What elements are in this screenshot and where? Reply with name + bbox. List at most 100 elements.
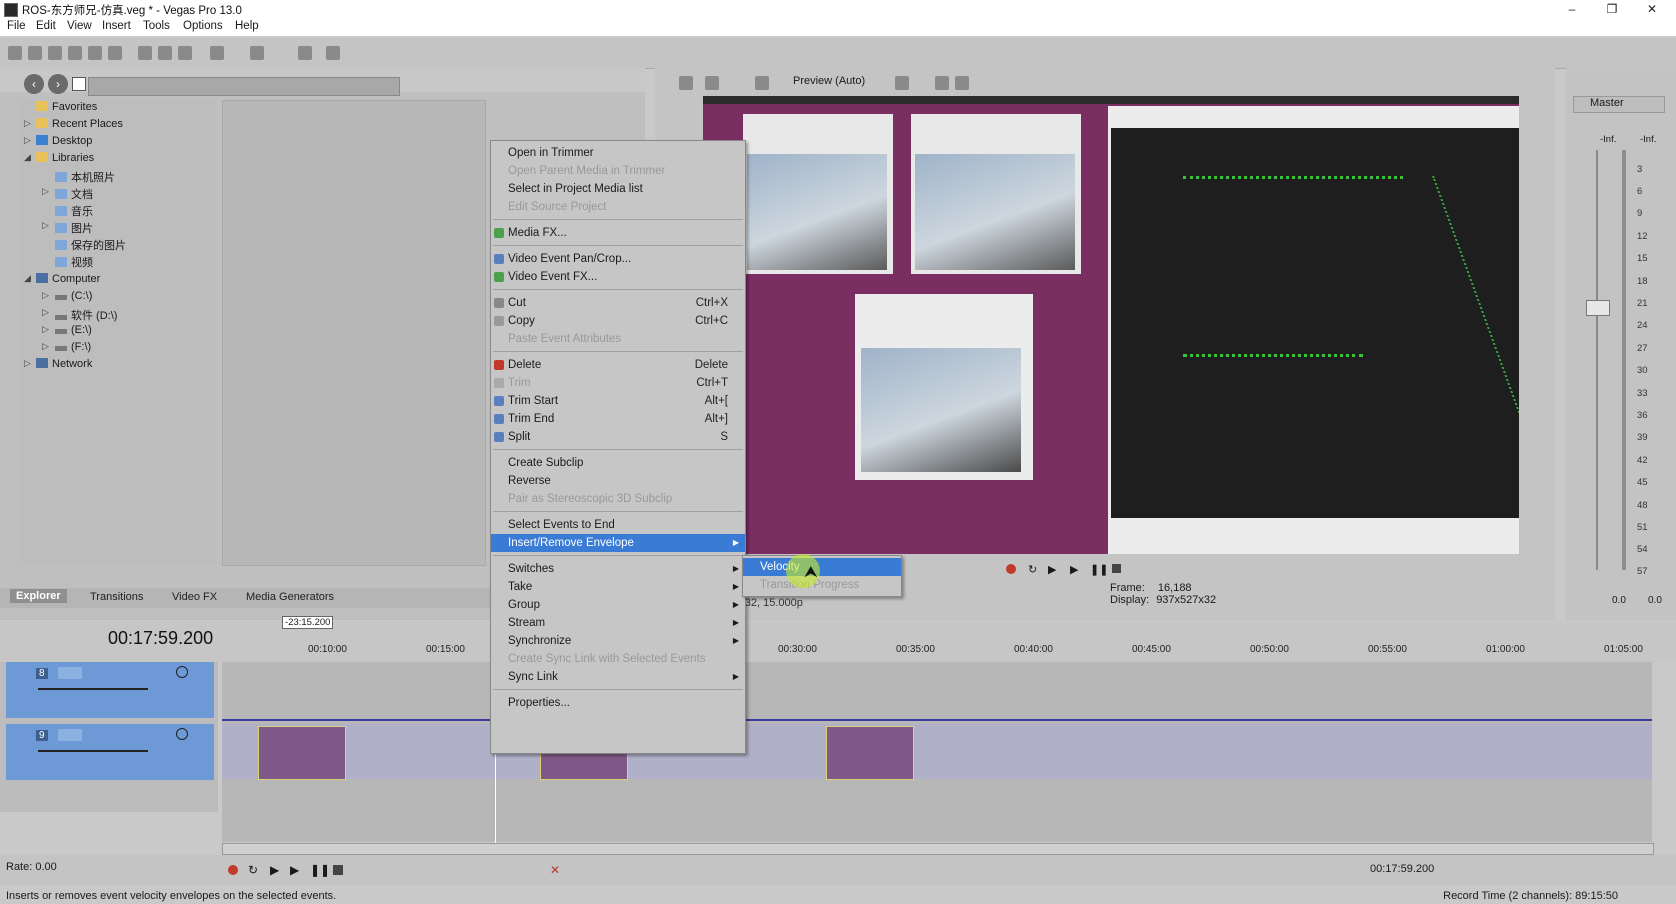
stop-icon[interactable] [333, 865, 343, 875]
tree-item-videos[interactable]: 视频 [55, 254, 93, 270]
track-9-lane[interactable] [222, 724, 1652, 779]
menu-item-trim-end[interactable]: Trim End Alt+] [491, 410, 745, 428]
project-properties-icon[interactable] [679, 76, 693, 90]
expand-icon[interactable]: ▷ [42, 220, 49, 231]
menu-item-reverse[interactable]: Reverse [491, 472, 745, 490]
menu-item-delete[interactable]: Delete Delete [491, 356, 745, 374]
overlays-icon[interactable] [895, 76, 909, 90]
tree-item-network[interactable]: Network [36, 358, 92, 370]
menu-item-cut[interactable]: Cut Ctrl+X [491, 294, 745, 312]
tab-transitions[interactable]: Transitions [90, 591, 143, 603]
menu-item-pan-crop[interactable]: Video Event Pan/Crop... [491, 250, 745, 268]
pause-icon[interactable]: ❚❚ [1090, 563, 1108, 576]
tree-item-computer[interactable]: Computer [36, 273, 100, 285]
mute-icon[interactable] [176, 666, 188, 678]
monitor-icon[interactable] [705, 76, 719, 90]
properties-icon[interactable] [108, 46, 122, 60]
menu-item-create-subclip[interactable]: Create Subclip [491, 454, 745, 472]
tool-icon[interactable] [298, 46, 312, 60]
loop-icon[interactable]: ↻ [248, 863, 258, 877]
menu-tools[interactable]: Tools [143, 20, 170, 32]
new-icon[interactable] [8, 46, 22, 60]
tree-item-documents[interactable]: 文档 [55, 186, 93, 202]
split-screen-icon[interactable] [755, 76, 769, 90]
timeline-scrollbar[interactable] [222, 843, 1654, 855]
expand-icon[interactable]: ▷ [42, 290, 49, 301]
help-icon[interactable] [326, 46, 340, 60]
tree-item-libraries[interactable]: Libraries [36, 152, 94, 164]
menu-item-select-in-project-media[interactable]: Select in Project Media list [491, 180, 745, 198]
menu-item-media-fx[interactable]: Media FX... [491, 224, 745, 242]
maximize-button[interactable]: ❐ [1592, 0, 1632, 18]
save-snapshot-icon[interactable] [955, 76, 969, 90]
back-icon[interactable]: ‹ [24, 74, 44, 94]
forward-icon[interactable]: › [48, 74, 68, 94]
tree-item-photos[interactable]: 本机照片 [55, 169, 115, 185]
menu-insert[interactable]: Insert [102, 20, 131, 32]
tree-item-recent-places[interactable]: Recent Places [36, 118, 123, 130]
copy-snapshot-icon[interactable] [935, 76, 949, 90]
menu-edit[interactable]: Edit [36, 20, 56, 32]
mute-icon[interactable] [176, 728, 188, 740]
tab-media-generators[interactable]: Media Generators [246, 591, 334, 603]
tab-video-fx[interactable]: Video FX [172, 591, 217, 603]
save-as-icon[interactable] [68, 46, 82, 60]
track-header-9[interactable]: 9 [6, 724, 214, 780]
menu-view[interactable]: View [67, 20, 92, 32]
expand-icon[interactable]: ▷ [42, 307, 49, 318]
master-fader[interactable] [1586, 300, 1610, 316]
tree-item-music[interactable]: 音乐 [55, 203, 93, 219]
expand-icon[interactable]: ▷ [42, 324, 49, 335]
expand-icon[interactable]: ▷ [24, 135, 31, 146]
stop-icon[interactable] [1112, 564, 1121, 573]
level-slider[interactable] [38, 750, 148, 752]
menu-item-synchronize[interactable]: Synchronize ▶ [491, 632, 745, 650]
menu-item-switches[interactable]: Switches ▶ [491, 560, 745, 578]
delete-icon[interactable]: ✕ [550, 863, 560, 877]
expand-icon[interactable]: ▷ [42, 186, 49, 197]
video-event[interactable] [258, 726, 346, 780]
menu-item-take[interactable]: Take ▶ [491, 578, 745, 596]
play-from-start-icon[interactable]: ▶ [270, 863, 279, 877]
file-list[interactable] [222, 100, 486, 566]
pause-icon[interactable]: ❚❚ [310, 863, 330, 877]
play-icon[interactable]: ▶ [290, 863, 299, 877]
play-from-start-icon[interactable]: ▶ [1048, 563, 1056, 576]
tree-item-desktop[interactable]: Desktop [36, 135, 92, 147]
menu-item-trim-start[interactable]: Trim Start Alt+[ [491, 392, 745, 410]
menu-item-insert-remove-envelope[interactable]: Insert/Remove Envelope ▶ [491, 534, 745, 552]
record-icon[interactable] [1006, 564, 1016, 574]
menu-help[interactable]: Help [235, 20, 259, 32]
track-name-field[interactable] [58, 729, 82, 741]
play-icon[interactable]: ▶ [1070, 563, 1078, 576]
menu-item-velocity[interactable]: Velocity [743, 558, 901, 576]
menu-item-group[interactable]: Group ▶ [491, 596, 745, 614]
tab-explorer[interactable]: Explorer [10, 589, 67, 603]
tree-item-drive-d[interactable]: 软件 (D:\) [55, 307, 117, 323]
open-icon[interactable] [28, 46, 42, 60]
menu-options[interactable]: Options [183, 20, 223, 32]
menu-file[interactable]: File [7, 20, 26, 32]
redo-icon[interactable] [250, 46, 264, 60]
loop-region-marker[interactable]: -23:15.200 [282, 616, 334, 629]
expand-icon[interactable]: ▷ [24, 358, 31, 369]
minimize-button[interactable]: – [1552, 0, 1592, 18]
expand-icon[interactable]: ▷ [24, 118, 31, 129]
time-ruler[interactable]: 00:10:00 00:15:00 00:30:00 00:35:00 00:4… [222, 640, 1652, 662]
address-bar[interactable] [88, 77, 400, 96]
menu-item-split[interactable]: Split S [491, 428, 745, 446]
collapse-icon[interactable]: ◢ [24, 273, 31, 284]
menu-item-copy[interactable]: Copy Ctrl+C [491, 312, 745, 330]
undo-icon[interactable] [210, 46, 224, 60]
track-name-field[interactable] [58, 667, 82, 679]
video-event[interactable] [826, 726, 914, 780]
tree-item-drive-e[interactable]: (E:\) [55, 324, 92, 336]
tree-item-pictures[interactable]: 图片 [55, 220, 93, 236]
tree-item-drive-f[interactable]: (F:\) [55, 341, 91, 353]
close-button[interactable]: ✕ [1632, 0, 1672, 18]
record-icon[interactable] [228, 865, 238, 875]
level-slider[interactable] [38, 688, 148, 690]
cut-icon[interactable] [138, 46, 152, 60]
expand-icon[interactable]: ▷ [42, 341, 49, 352]
menu-item-stream[interactable]: Stream ▶ [491, 614, 745, 632]
